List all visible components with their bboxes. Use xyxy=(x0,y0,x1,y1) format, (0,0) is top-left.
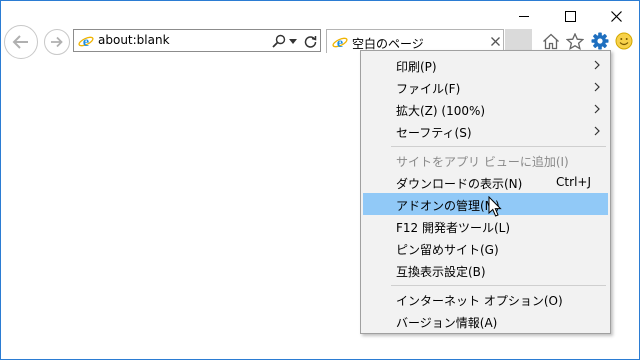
menu-item-zoom[interactable]: 拡大(Z) (100%) xyxy=(363,98,608,120)
svg-text:e: e xyxy=(337,36,343,50)
menu-item-about[interactable]: バージョン情報(A) xyxy=(363,310,608,332)
star-icon xyxy=(566,32,584,50)
menu-separator xyxy=(391,146,606,147)
menu-item-pinned-sites[interactable]: ピン留めサイト(G) xyxy=(363,237,608,259)
maximize-button[interactable] xyxy=(547,1,593,31)
smiley-icon xyxy=(615,32,633,50)
close-icon xyxy=(490,36,500,46)
search-icon[interactable] xyxy=(271,33,287,49)
dropdown-icon[interactable] xyxy=(288,33,298,49)
chevron-right-icon xyxy=(594,126,600,136)
menu-item-compat-view-settings[interactable]: 互換表示設定(B) xyxy=(363,259,608,281)
menu-item-add-site-to-apps: サイトをアプリ ビューに追加(I) xyxy=(396,155,569,169)
back-button[interactable] xyxy=(4,25,38,59)
chevron-right-icon xyxy=(594,104,600,114)
menu-item-file[interactable]: ファイル(F) xyxy=(363,76,608,98)
home-icon xyxy=(543,33,559,49)
tab-close-button[interactable] xyxy=(488,34,502,48)
svg-text:e: e xyxy=(83,35,89,49)
gear-icon xyxy=(591,32,609,50)
home-button[interactable] xyxy=(540,30,562,52)
browser-window: e about:blank e 空白のページ 印刷(P) ファイル(F) 拡大(… xyxy=(0,0,640,360)
new-tab-button[interactable] xyxy=(505,29,532,52)
menu-separator xyxy=(391,285,606,286)
forward-button[interactable] xyxy=(44,29,70,55)
back-arrow-icon xyxy=(12,35,28,49)
ie-logo-icon: e xyxy=(78,35,94,49)
favorites-button[interactable] xyxy=(564,30,586,52)
minimize-button[interactable] xyxy=(501,1,547,31)
cursor-icon xyxy=(488,196,502,217)
menu-item-internet-options[interactable]: インターネット オプション(O) xyxy=(363,288,608,310)
address-bar[interactable]: e about:blank xyxy=(73,29,321,52)
menu-item-f12-dev-tools[interactable]: F12 開発者ツール(L) xyxy=(363,215,608,237)
shortcut-text: Ctrl+J xyxy=(556,175,591,189)
menu-item-print[interactable]: 印刷(P) xyxy=(363,54,608,76)
url-text[interactable]: about:blank xyxy=(98,33,170,47)
tools-menu: 印刷(P) ファイル(F) 拡大(Z) (100%) セーフティ(S) サイトを… xyxy=(360,50,611,334)
menu-item-manage-addons[interactable]: アドオンの管理(M) xyxy=(363,193,608,215)
close-icon xyxy=(610,10,622,22)
refresh-icon[interactable] xyxy=(302,33,318,49)
chevron-right-icon xyxy=(594,82,600,92)
forward-arrow-icon xyxy=(51,36,63,48)
chevron-right-icon xyxy=(594,60,600,70)
tools-button[interactable] xyxy=(589,30,611,52)
close-window-button[interactable] xyxy=(593,1,639,31)
ie-logo-icon: e xyxy=(332,36,348,50)
menu-item-safety[interactable]: セーフティ(S) xyxy=(363,120,608,142)
maximize-icon xyxy=(564,10,576,22)
menu-item-view-downloads[interactable]: ダウンロードの表示(N) Ctrl+J xyxy=(363,171,608,193)
feedback-button[interactable] xyxy=(613,30,635,52)
minimize-icon xyxy=(519,15,529,17)
